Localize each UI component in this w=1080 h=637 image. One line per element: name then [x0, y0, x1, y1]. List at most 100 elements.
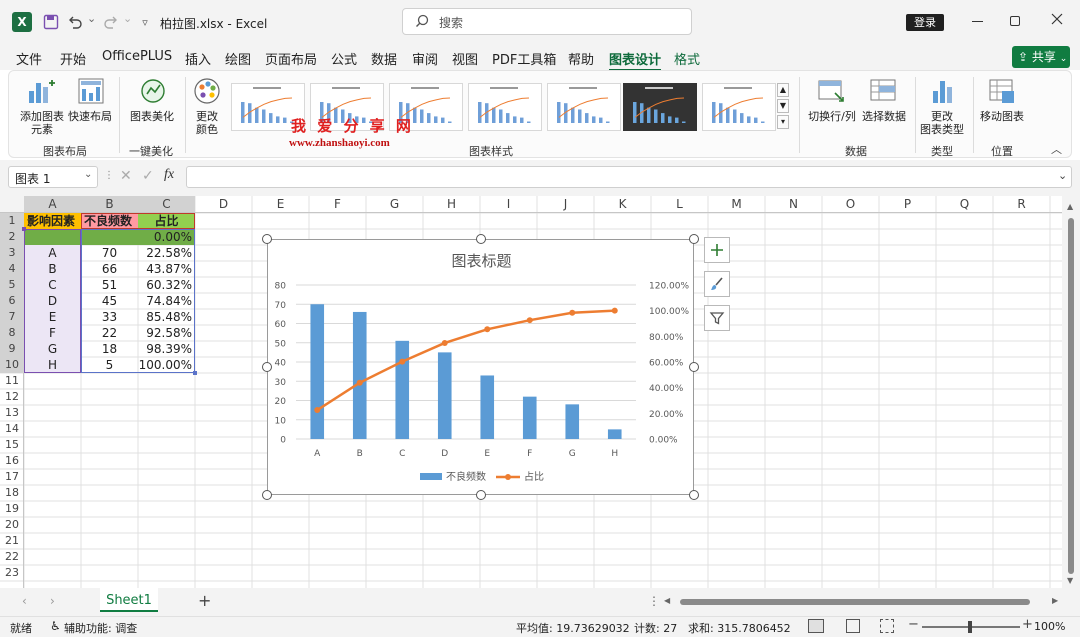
ratio-cell[interactable]: 100.00%	[138, 357, 192, 373]
vertical-scrollbar[interactable]: ▲ ▼	[1062, 196, 1080, 588]
tab-insert[interactable]: 插入	[185, 49, 211, 68]
zoom-in-icon[interactable]: +	[1022, 617, 1033, 632]
tab-draw[interactable]: 绘图	[225, 49, 251, 68]
change-colors-button[interactable]: 更改 颜色	[187, 77, 227, 137]
row-header[interactable]: 2	[0, 229, 24, 245]
category-cell[interactable]: C	[24, 277, 81, 293]
share-button[interactable]: ⇪ 共享 ⌄	[1012, 46, 1070, 68]
frequency-cell[interactable]: 33	[81, 309, 138, 325]
insert-function-icon[interactable]: fx	[164, 167, 174, 183]
column-header[interactable]: I	[480, 196, 537, 212]
accessibility-icon[interactable]: ♿	[50, 619, 61, 633]
chart-resize-handle[interactable]	[689, 362, 699, 372]
row-header[interactable]: 6	[0, 293, 24, 309]
scroll-down-icon[interactable]: ▼	[1067, 576, 1073, 585]
ratio-cell[interactable]: 85.48%	[138, 309, 192, 325]
column-header[interactable]: Q	[936, 196, 993, 212]
row-header[interactable]: 13	[0, 405, 24, 421]
ratio-cell[interactable]: 74.84%	[138, 293, 192, 309]
row-header[interactable]: 8	[0, 325, 24, 341]
redo-dropdown-icon[interactable]: ⌄	[123, 12, 132, 25]
sheet-tab-sheet1[interactable]: Sheet1	[100, 588, 158, 612]
column-header[interactable]: M	[708, 196, 765, 212]
tab-format[interactable]: 格式	[674, 49, 700, 68]
chart-resize-handle[interactable]	[262, 362, 272, 372]
select-data-button[interactable]: 选择数据	[859, 77, 909, 137]
gallery-scroll-up-icon[interactable]: ▲	[777, 83, 789, 97]
normal-view-icon[interactable]	[808, 619, 824, 633]
row-header[interactable]: 3	[0, 245, 24, 261]
add-sheet-icon[interactable]: +	[198, 591, 211, 610]
tab-help[interactable]: 帮助	[568, 49, 594, 68]
row-header[interactable]: 19	[0, 501, 24, 517]
gallery-more-icon[interactable]: ▾	[777, 115, 789, 129]
vertical-scroll-thumb[interactable]	[1068, 218, 1074, 574]
chart-resize-handle[interactable]	[262, 234, 272, 244]
header-cell[interactable]: 影响因素	[27, 213, 81, 229]
scroll-up-icon[interactable]: ▲	[1067, 202, 1073, 211]
page-layout-view-icon[interactable]	[846, 619, 860, 633]
minimize-icon[interactable]	[972, 21, 983, 22]
row-header[interactable]: 21	[0, 533, 24, 549]
row-header[interactable]: 5	[0, 277, 24, 293]
ratio-cell[interactable]: 92.58%	[138, 325, 192, 341]
row-header[interactable]: 9	[0, 341, 24, 357]
row-header[interactable]: 12	[0, 389, 24, 405]
ratio-cell[interactable]: 43.87%	[138, 261, 192, 277]
chart-resize-handle[interactable]	[476, 234, 486, 244]
move-chart-button[interactable]: 移动图表	[977, 77, 1027, 137]
tab-officeplus[interactable]: OfficePLUS	[102, 49, 172, 64]
row-header[interactable]: 16	[0, 453, 24, 469]
login-button[interactable]: 登录	[906, 14, 944, 31]
column-header[interactable]: H	[423, 196, 480, 212]
column-header[interactable]: L	[651, 196, 708, 212]
tab-pdf-toolbox[interactable]: PDF工具箱	[492, 49, 556, 68]
column-header[interactable]: P	[879, 196, 936, 212]
name-box[interactable]: 图表 1 ⌄	[8, 166, 98, 188]
column-header[interactable]: E	[252, 196, 309, 212]
ratio-cell[interactable]: 98.39%	[138, 341, 192, 357]
category-cell[interactable]: B	[24, 261, 81, 277]
row-header[interactable]: 11	[0, 373, 24, 389]
tab-formulas[interactable]: 公式	[331, 49, 357, 68]
frequency-cell[interactable]: 45	[81, 293, 138, 309]
category-cell[interactable]: F	[24, 325, 81, 341]
tab-home[interactable]: 开始	[60, 49, 86, 68]
enter-icon[interactable]: ✓	[142, 168, 154, 184]
category-cell[interactable]: A	[24, 245, 81, 261]
tab-chart-design[interactable]: 图表设计	[609, 49, 662, 71]
category-cell[interactable]: D	[24, 293, 81, 309]
scroll-right-icon[interactable]: ▶	[1052, 596, 1058, 605]
column-header[interactable]: F	[309, 196, 366, 212]
search-box[interactable]: 搜索	[402, 8, 692, 35]
frequency-cell[interactable]: 5	[81, 357, 138, 373]
column-header[interactable]: A	[24, 196, 81, 212]
tab-data[interactable]: 数据	[371, 49, 397, 68]
frequency-cell[interactable]: 66	[81, 261, 138, 277]
chart-beautify-button[interactable]: 图表美化	[125, 77, 179, 137]
tab-file[interactable]: 文件	[16, 49, 42, 68]
select-all-corner[interactable]	[0, 196, 24, 212]
scroll-left-icon[interactable]: ◀	[664, 596, 670, 605]
cancel-icon[interactable]: ✕	[120, 168, 132, 184]
expand-formula-bar-icon[interactable]: ⌄	[1058, 169, 1067, 182]
collapse-ribbon-icon[interactable]: ︿	[1051, 141, 1062, 157]
column-header[interactable]: B	[81, 196, 138, 212]
row-header[interactable]: 20	[0, 517, 24, 533]
row-header[interactable]: 14	[0, 421, 24, 437]
chart-styles-button[interactable]	[704, 271, 730, 297]
zoom-slider-thumb[interactable]	[968, 621, 972, 633]
chart-resize-handle[interactable]	[476, 490, 486, 500]
range-handle[interactable]	[193, 371, 197, 375]
frequency-cell[interactable]: 70	[81, 245, 138, 261]
frequency-cell[interactable]: 51	[81, 277, 138, 293]
range-handle[interactable]	[22, 227, 26, 231]
zoom-slider[interactable]	[922, 621, 1020, 633]
category-cell[interactable]: G	[24, 341, 81, 357]
frequency-cell[interactable]: 18	[81, 341, 138, 357]
column-header[interactable]: R	[993, 196, 1050, 212]
customize-toolbar-icon[interactable]: ▿	[134, 11, 156, 33]
undo-dropdown-icon[interactable]: ⌄	[87, 12, 96, 25]
switch-row-column-button[interactable]: 切换行/列	[805, 77, 859, 137]
horizontal-scroll-thumb[interactable]	[680, 599, 1030, 605]
